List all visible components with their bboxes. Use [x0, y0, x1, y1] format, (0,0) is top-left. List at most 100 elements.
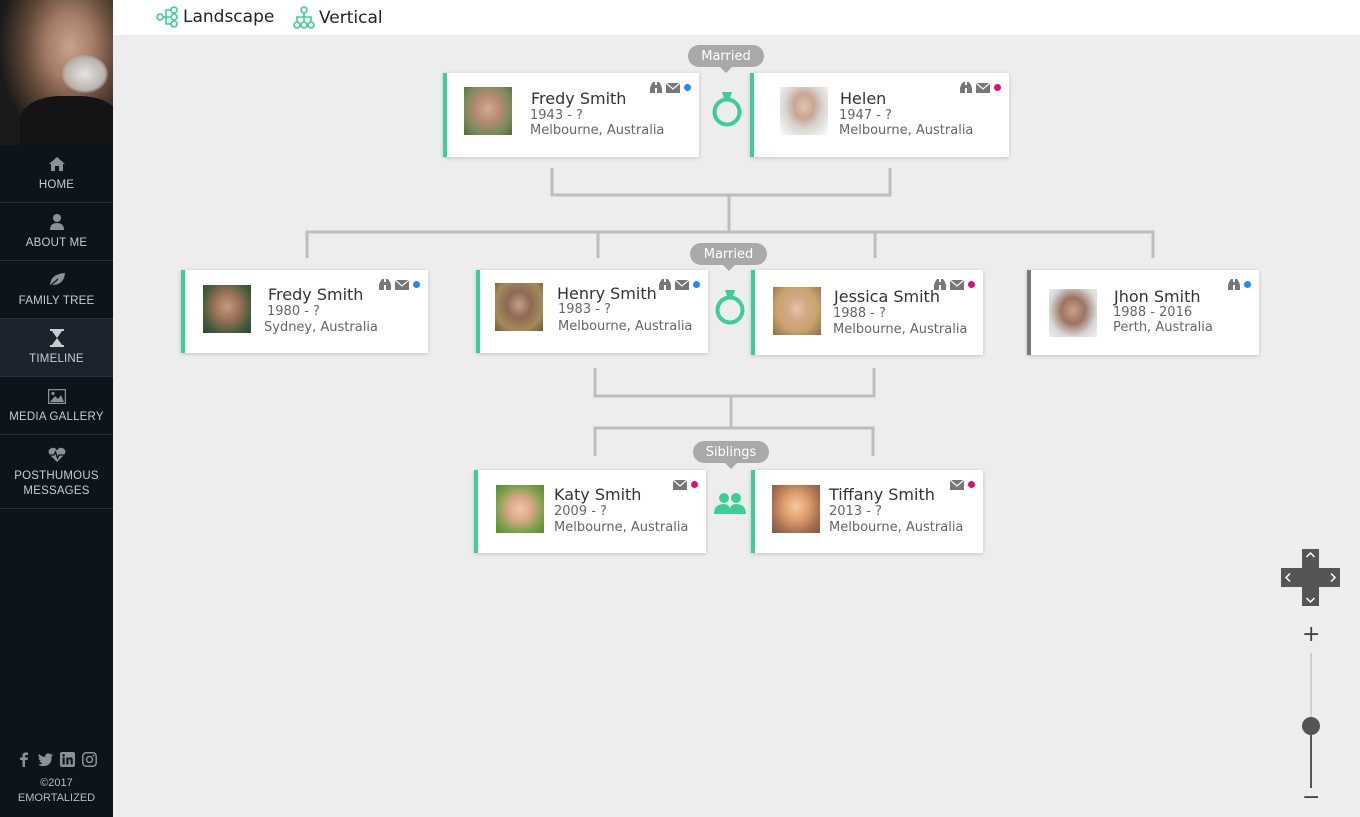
gender-indicator [684, 84, 691, 91]
person-card-fredy-smith-senior[interactable]: Fredy Smith 1943 - ? Melbourne, Australi… [443, 73, 699, 157]
person-card-jhon-smith[interactable]: Jhon Smith 1988 - 2016 Perth, Australia [1027, 270, 1259, 355]
person-place: Melbourne, Australia [558, 319, 693, 334]
person-place: Melbourne, Australia [833, 322, 968, 337]
mail-icon[interactable] [949, 275, 965, 294]
gender-indicator [968, 281, 975, 288]
card-actions [672, 475, 698, 494]
person-place: Melbourne, Australia [839, 123, 974, 138]
sidebar-item-label: TIMELINE [29, 353, 84, 365]
twitter-icon[interactable] [38, 751, 53, 768]
person-place: Sydney, Australia [264, 320, 378, 335]
landscape-view-button[interactable]: Landscape [156, 6, 274, 28]
person-name: Helen [840, 89, 887, 108]
person-name: Katy Smith [554, 485, 642, 504]
leaf-icon [48, 270, 66, 290]
gender-indicator [413, 281, 420, 288]
copyright-year: ©2017 [40, 777, 73, 789]
binoculars-icon[interactable] [379, 275, 391, 294]
mail-icon[interactable] [674, 275, 690, 294]
sidebar-item-family-tree[interactable]: FAMILY TREE [0, 261, 113, 319]
brand-name: EMORTALIZED [17, 792, 96, 804]
mail-icon[interactable] [975, 78, 991, 97]
mail-icon[interactable] [949, 475, 965, 494]
ring-icon [714, 288, 746, 330]
sidebar-item-label: POSTHUMOUS MESSAGES [14, 469, 99, 497]
sidebar: HOME ABOUT ME FAMILY TREE TIMELINE MEDIA… [0, 0, 113, 817]
sidebar-item-about-me[interactable]: ABOUT ME [0, 203, 113, 261]
zoom-out-button[interactable]: − [1302, 787, 1320, 809]
gender-indicator [693, 281, 700, 288]
sidebar-item-media-gallery[interactable]: MEDIA GALLERY [0, 377, 113, 435]
card-actions [934, 275, 975, 294]
sidebar-item-posthumous-messages[interactable]: POSTHUMOUS MESSAGES [0, 435, 113, 509]
zoom-slider-handle[interactable] [1302, 717, 1320, 735]
person-photo [780, 87, 828, 135]
social-links [0, 751, 113, 768]
avatar-beard [62, 55, 108, 93]
linkedin-icon[interactable] [60, 751, 75, 768]
person-years: 1988 - ? [833, 306, 886, 321]
person-name: Jhon Smith [1114, 287, 1201, 306]
profile-avatar[interactable] [0, 0, 113, 145]
hourglass-icon [49, 328, 64, 348]
person-place: Melbourne, Australia [829, 520, 964, 535]
binoculars-icon[interactable] [960, 78, 972, 97]
card-actions [960, 78, 1001, 97]
binoculars-icon[interactable] [934, 275, 946, 294]
person-name: Tiffany Smith [829, 485, 935, 504]
zoom-in-button[interactable]: + [1302, 624, 1320, 646]
sidebar-nav: HOME ABOUT ME FAMILY TREE TIMELINE MEDIA… [0, 145, 113, 509]
mail-icon[interactable] [665, 78, 681, 97]
person-card-henry-smith[interactable]: Henry Smith 1983 - ? Melbourne, Australi… [476, 270, 708, 353]
person-card-helen[interactable]: Helen 1947 - ? Melbourne, Australia [750, 73, 1009, 157]
mail-icon[interactable] [394, 275, 410, 294]
sidebar-item-label: MEDIA GALLERY [9, 411, 104, 423]
facebook-icon[interactable] [16, 751, 31, 768]
user-icon [49, 212, 64, 232]
sidebar-item-label: ABOUT ME [25, 237, 88, 249]
sidebar-item-timeline[interactable]: TIMELINE [0, 319, 113, 377]
gender-indicator [994, 84, 1001, 91]
instagram-icon[interactable] [82, 751, 97, 768]
person-years: 1943 - ? [530, 108, 583, 123]
person-photo [773, 287, 821, 335]
binoculars-icon[interactable] [659, 275, 671, 294]
ring-icon [711, 90, 743, 132]
mail-icon[interactable] [672, 475, 688, 494]
person-card-katy-smith[interactable]: Katy Smith 2009 - ? Melbourne, Australia [474, 470, 706, 553]
person-years: 1983 - ? [558, 302, 611, 317]
card-actions [659, 275, 700, 294]
sidebar-item-label: FAMILY TREE [18, 295, 95, 307]
person-name: Fredy Smith [268, 285, 364, 304]
image-icon [47, 386, 66, 406]
person-photo [496, 485, 544, 533]
siblings-icon [714, 492, 746, 520]
binoculars-icon[interactable] [1228, 275, 1240, 294]
card-actions [379, 275, 420, 294]
card-actions [650, 78, 691, 97]
person-photo [772, 485, 820, 533]
hierarchy-horizontal-icon [156, 6, 179, 28]
person-photo [203, 285, 251, 333]
person-years: 1980 - ? [267, 304, 320, 319]
married-badge: Married [690, 243, 767, 271]
vertical-view-button[interactable]: Vertical [293, 6, 383, 29]
sidebar-item-label: HOME [38, 179, 75, 191]
pan-control[interactable] [1281, 549, 1340, 606]
home-icon [48, 154, 65, 174]
married-badge: Married [688, 45, 764, 73]
person-card-jessica-smith[interactable]: Jessica Smith 1988 - ? Melbourne, Austra… [751, 270, 983, 355]
person-name: Fredy Smith [531, 89, 627, 108]
sidebar-item-home[interactable]: HOME [0, 145, 113, 203]
person-card-fredy-smith[interactable]: Fredy Smith 1980 - ? Sydney, Australia [181, 270, 428, 353]
gender-indicator [691, 481, 698, 488]
binoculars-icon[interactable] [650, 78, 662, 97]
siblings-badge: Siblings [693, 441, 769, 469]
hierarchy-vertical-icon [293, 6, 315, 29]
person-place: Melbourne, Australia [530, 123, 665, 138]
card-actions [1228, 275, 1251, 294]
person-years: 1988 - 2016 [1113, 305, 1193, 320]
person-card-tiffany-smith[interactable]: Tiffany Smith 2013 - ? Melbourne, Austra… [751, 470, 983, 553]
view-toolbar: Landscape Vertical [113, 0, 1360, 35]
avatar-jacket [20, 96, 113, 145]
